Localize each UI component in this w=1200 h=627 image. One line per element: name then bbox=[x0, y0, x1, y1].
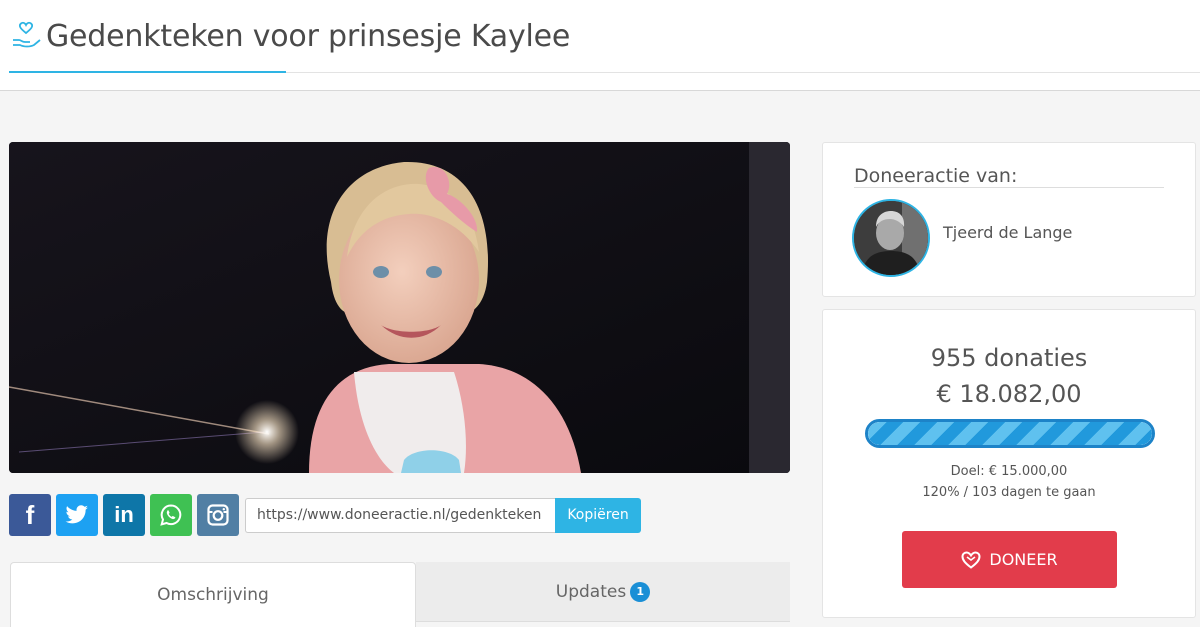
progress-fill bbox=[868, 422, 1152, 445]
linkedin-icon: in bbox=[114, 502, 134, 527]
donation-count: 955 donaties bbox=[930, 344, 1088, 372]
facebook-share-button[interactable]: f bbox=[9, 494, 51, 536]
goal-amount: Doel: € 15.000,00 bbox=[950, 464, 1068, 479]
instagram-share-button[interactable] bbox=[197, 494, 239, 536]
whatsapp-icon bbox=[160, 504, 182, 526]
share-url-input[interactable] bbox=[245, 497, 555, 533]
page-header: Gedenkteken voor prinsesje Kaylee bbox=[0, 0, 1200, 91]
twitter-share-button[interactable] bbox=[56, 494, 98, 536]
copy-url-button[interactable]: Kopiëren bbox=[555, 497, 641, 533]
donate-label: DONEER bbox=[989, 550, 1058, 569]
campaign-photo bbox=[9, 142, 790, 473]
donation-progress-bar bbox=[865, 419, 1155, 448]
donate-button[interactable]: DONEER bbox=[902, 531, 1117, 588]
content-tabs: Omschrijving Updates 1 bbox=[10, 562, 790, 627]
organizer-divider bbox=[854, 187, 1164, 188]
heart-icon bbox=[961, 550, 981, 569]
organizer-label: Doneeractie van: bbox=[854, 165, 1018, 187]
linkedin-share-button[interactable]: in bbox=[103, 494, 145, 536]
title-row: Gedenkteken voor prinsesje Kaylee bbox=[10, 14, 570, 58]
amount-raised: € 18.082,00 bbox=[936, 380, 1082, 408]
goal-status: 120% / 103 dagen te gaan bbox=[922, 485, 1096, 500]
twitter-icon bbox=[65, 505, 88, 524]
organizer-name[interactable]: Tjeerd de Lange bbox=[943, 223, 1072, 242]
donation-stats-card: 955 donaties € 18.082,00 Doel: € 15.000,… bbox=[822, 309, 1196, 618]
tab-updates[interactable]: Updates 1 bbox=[416, 562, 790, 622]
organizer-card: Doneeractie van: Tjeerd de Lange bbox=[822, 142, 1196, 297]
hand-heart-icon bbox=[13, 21, 41, 48]
tab-updates-label: Updates bbox=[555, 581, 627, 602]
tab-omschrijving-label: Omschrijving bbox=[157, 585, 269, 605]
header-accent-line bbox=[9, 71, 286, 73]
page-title: Gedenkteken voor prinsesje Kaylee bbox=[46, 18, 571, 54]
tab-omschrijving[interactable]: Omschrijving bbox=[10, 562, 416, 627]
facebook-icon: f bbox=[25, 499, 35, 530]
share-bar: f in Kopiëren bbox=[9, 494, 641, 536]
instagram-icon bbox=[207, 504, 229, 526]
goal-info: Doel: € 15.000,00 120% / 103 dagen te ga… bbox=[823, 461, 1195, 503]
organizer-avatar[interactable] bbox=[852, 199, 930, 277]
updates-count-badge: 1 bbox=[630, 581, 651, 602]
whatsapp-share-button[interactable] bbox=[150, 494, 192, 536]
share-url-group: Kopiëren bbox=[245, 497, 641, 533]
